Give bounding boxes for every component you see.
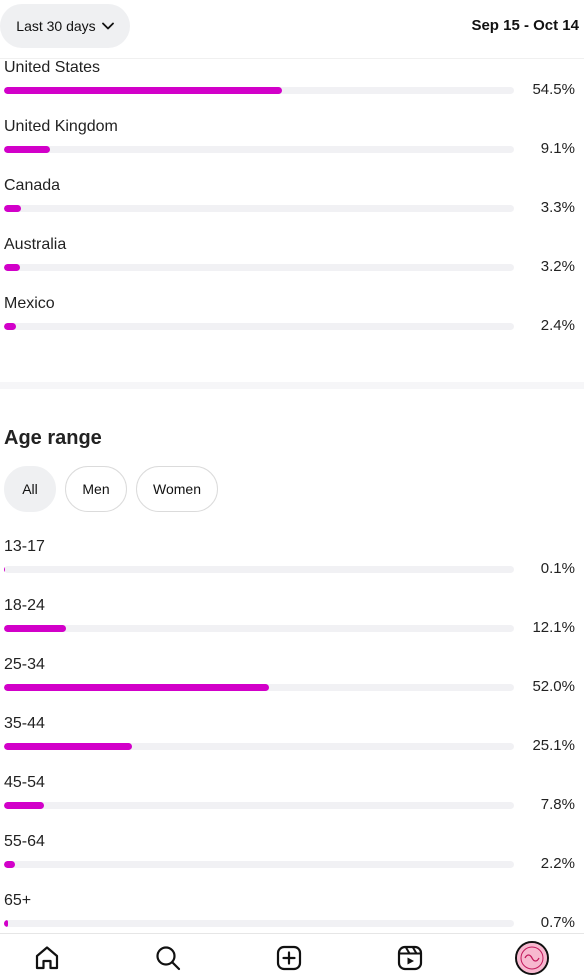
country-bar-fill	[4, 264, 20, 271]
age-label: 55-64	[4, 833, 45, 850]
date-range-dropdown[interactable]: Last 30 days	[0, 4, 130, 48]
country-bar-fill	[4, 87, 282, 94]
age-percent: 0.7%	[540, 914, 575, 931]
age-percent: 12.1%	[532, 619, 575, 636]
age-bar-track	[4, 743, 514, 750]
country-percent: 2.4%	[540, 317, 575, 334]
age-bar-track	[4, 802, 514, 809]
country-bar-fill	[4, 205, 21, 212]
country-bar-fill	[4, 146, 50, 153]
age-label: 45-54	[4, 774, 45, 791]
age-row: 25-34 52.0%	[0, 656, 584, 715]
age-bar-fill	[4, 625, 66, 632]
country-row: United Kingdom 9.1%	[0, 118, 584, 177]
age-label: 25-34	[4, 656, 45, 673]
country-bar-track	[4, 146, 514, 153]
date-range-text: Sep 15 - Oct 14	[471, 17, 579, 34]
country-label: Canada	[4, 177, 61, 194]
age-percent: 52.0%	[532, 678, 575, 695]
country-row: Australia 3.2%	[0, 236, 584, 295]
age-row: 18-24 12.1%	[0, 597, 584, 656]
age-bar-track	[4, 566, 514, 573]
age-percent: 7.8%	[540, 796, 575, 813]
home-icon[interactable]	[31, 942, 63, 974]
age-label: 35-44	[4, 715, 45, 732]
country-percent: 3.3%	[540, 199, 575, 216]
age-row: 35-44 25.1%	[0, 715, 584, 774]
age-row: 13-17 0.1%	[0, 538, 584, 597]
age-range-title: Age range	[4, 427, 102, 449]
age-bar-fill	[4, 861, 15, 868]
country-row: Mexico 2.4%	[0, 295, 584, 354]
section-divider	[0, 382, 584, 389]
age-bar-track	[4, 684, 514, 691]
age-label: 65+	[4, 892, 32, 909]
age-bar-fill	[4, 566, 5, 573]
country-bar-track	[4, 264, 514, 271]
country-row: Canada 3.3%	[0, 177, 584, 236]
bottom-nav	[0, 933, 584, 980]
filter-chip-men[interactable]: Men	[65, 466, 127, 512]
country-bar-track	[4, 323, 514, 330]
country-bar-fill	[4, 323, 16, 330]
age-bar-fill	[4, 684, 269, 691]
profile-avatar[interactable]	[515, 941, 549, 975]
filter-chip-women[interactable]: Women	[136, 466, 218, 512]
country-label: Australia	[4, 236, 67, 253]
country-percent: 9.1%	[540, 140, 575, 157]
age-label: 13-17	[4, 538, 45, 555]
reels-icon[interactable]	[394, 942, 426, 974]
age-bar-fill	[4, 802, 44, 809]
country-label: United Kingdom	[4, 118, 118, 135]
date-range-dropdown-label: Last 30 days	[16, 18, 96, 34]
age-bar-track	[4, 861, 514, 868]
age-percent: 0.1%	[540, 560, 575, 577]
age-row: 55-64 2.2%	[0, 833, 584, 892]
age-percent: 25.1%	[532, 737, 575, 754]
country-label: United States	[4, 59, 101, 76]
age-bar-fill	[4, 920, 8, 927]
avatar-logo-image	[517, 943, 547, 973]
age-percent: 2.2%	[540, 855, 575, 872]
country-percent: 54.5%	[532, 81, 575, 98]
chevron-down-icon	[101, 22, 114, 30]
country-bar-track	[4, 87, 514, 94]
country-bar-track	[4, 205, 514, 212]
search-icon[interactable]	[152, 942, 184, 974]
age-bar-track	[4, 625, 514, 632]
age-row: 45-54 7.8%	[0, 774, 584, 833]
create-icon[interactable]	[273, 942, 305, 974]
filter-chip-all[interactable]: All	[4, 466, 56, 512]
country-percent: 3.2%	[540, 258, 575, 275]
country-row: United States 54.5%	[0, 59, 584, 118]
age-bar-track	[4, 920, 514, 927]
country-label: Mexico	[4, 295, 55, 312]
top-bar: Last 30 days Sep 15 - Oct 14	[0, 0, 584, 56]
age-bar-fill	[4, 743, 132, 750]
age-label: 18-24	[4, 597, 45, 614]
